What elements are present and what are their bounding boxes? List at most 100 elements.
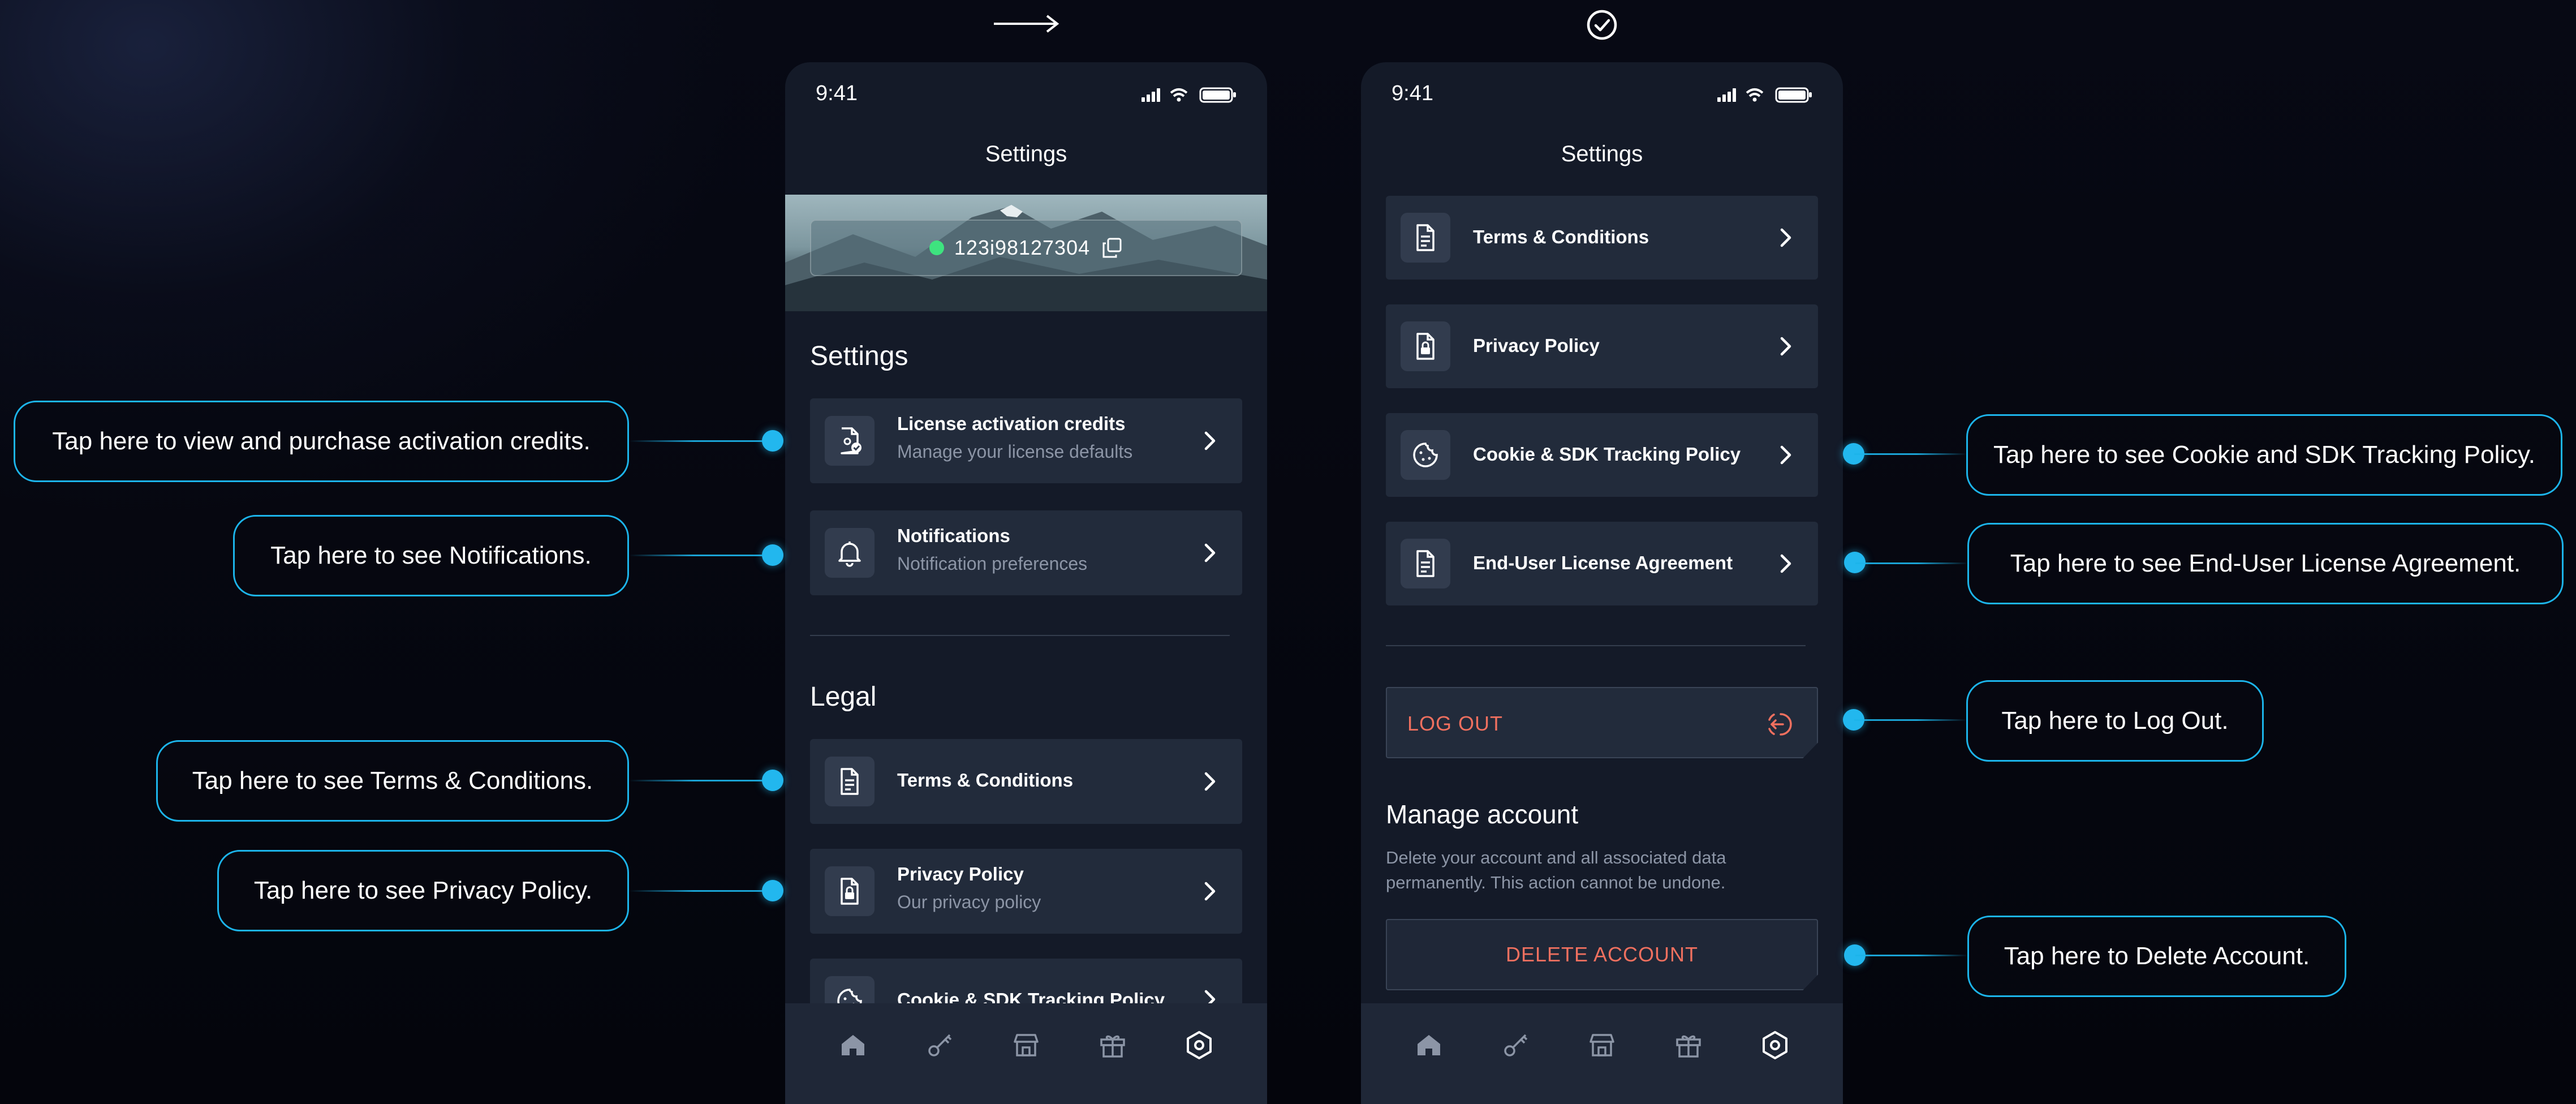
tab-keys[interactable] <box>920 1026 959 1064</box>
delete-account-label: DELETE ACCOUNT <box>1505 943 1699 966</box>
terms-conditions-row[interactable]: Terms & Conditions <box>1386 196 1818 280</box>
logout-icon <box>1768 713 1792 736</box>
legal-heading: Legal <box>810 682 877 712</box>
tab-store[interactable] <box>1583 1026 1621 1064</box>
callout-notifications: Tap here to see Notifications. <box>233 515 629 596</box>
key-icon <box>928 1034 952 1056</box>
privacy-policy-row[interactable]: Privacy Policy Our privacy policy <box>810 849 1242 934</box>
chevron-right-icon <box>1780 337 1791 356</box>
tab-settings[interactable] <box>1180 1026 1218 1064</box>
row-title: Privacy Policy <box>1473 335 1600 356</box>
callout-dot <box>762 880 783 901</box>
phone-screen-settings-top: 9:41 Settings 123i98127304 Settings Lice… <box>785 62 1267 1104</box>
license-id-pill[interactable]: 123i98127304 <box>810 220 1242 276</box>
row-title: End-User License Agreement <box>1473 552 1733 573</box>
check-circle-icon <box>1587 10 1617 40</box>
eula-row[interactable]: End-User License Agreement <box>1386 522 1818 605</box>
section-divider <box>810 635 1230 636</box>
bottom-tab-bar <box>1361 1003 1843 1104</box>
section-divider <box>1386 645 1806 646</box>
bottom-tab-bar <box>785 1003 1267 1104</box>
status-icons <box>1141 87 1236 103</box>
home-icon <box>842 1035 864 1055</box>
row-title: Cookie & SDK Tracking Policy <box>1473 444 1741 465</box>
callout-dot <box>762 770 783 791</box>
callout-connector <box>629 890 773 892</box>
manage-account-heading: Manage account <box>1386 800 1579 829</box>
document-icon <box>1401 213 1450 263</box>
chevron-right-icon <box>1204 431 1216 450</box>
row-subtitle: Notification preferences <box>897 553 1088 574</box>
license-file-icon <box>825 416 875 466</box>
bell-icon <box>825 528 875 578</box>
row-subtitle: Manage your license defaults <box>897 441 1133 462</box>
arrow-right-icon <box>994 15 1059 33</box>
status-time: 9:41 <box>816 81 858 105</box>
tab-settings[interactable] <box>1756 1026 1794 1064</box>
phone-screen-settings-bottom: 9:41 Settings Terms & Conditions Privacy… <box>1361 62 1843 1104</box>
callout-connector <box>1855 955 1968 956</box>
gift-icon <box>1100 1035 1125 1058</box>
settings-hex-icon <box>1187 1031 1212 1059</box>
cookie-icon <box>1401 430 1450 480</box>
callout-connector <box>629 780 773 781</box>
manage-account-description: Delete your account and all associated d… <box>1386 848 1726 892</box>
callout-connector <box>1854 453 1967 455</box>
logout-label: LOG OUT <box>1407 712 1504 735</box>
cookie-sdk-policy-row[interactable]: Cookie & SDK Tracking Policy <box>1386 413 1818 497</box>
status-time: 9:41 <box>1392 81 1433 105</box>
tab-home[interactable] <box>834 1026 872 1064</box>
copy-icon[interactable] <box>1100 237 1123 259</box>
chevron-right-icon <box>1204 543 1216 562</box>
lock-document-icon <box>825 866 875 916</box>
callout-connector <box>629 555 773 556</box>
tab-gifts[interactable] <box>1669 1026 1708 1064</box>
license-activation-credits-row[interactable]: License activation credits Manage your l… <box>810 398 1242 483</box>
status-bar: 9:41 <box>785 62 1267 124</box>
screen-title: Settings <box>985 141 1067 166</box>
callout-connector <box>629 440 773 442</box>
document-icon <box>825 757 875 806</box>
delete-account-button[interactable]: DELETE ACCOUNT <box>1386 919 1818 990</box>
lock-document-icon <box>1401 321 1450 371</box>
row-title: Terms & Conditions <box>1473 226 1649 247</box>
callout-logout: Tap here to Log Out. <box>1966 680 2264 762</box>
tab-gifts[interactable] <box>1093 1026 1132 1064</box>
settings-heading: Settings <box>810 341 908 371</box>
callout-dot <box>762 544 783 566</box>
status-icons <box>1717 87 1812 103</box>
chevron-right-icon <box>1780 554 1791 573</box>
store-icon <box>1589 1034 1614 1056</box>
store-icon <box>1014 1034 1039 1056</box>
callout-terms: Tap here to see Terms & Conditions. <box>156 740 629 822</box>
privacy-policy-row[interactable]: Privacy Policy <box>1386 304 1818 388</box>
chevron-right-icon <box>1204 772 1216 791</box>
chevron-right-icon <box>1204 882 1216 901</box>
chevron-right-icon <box>1780 228 1791 247</box>
chevron-right-icon <box>1780 445 1791 465</box>
callout-delete: Tap here to Delete Account. <box>1967 916 2346 997</box>
notifications-row[interactable]: Notifications Notification preferences <box>810 510 1242 595</box>
tab-home[interactable] <box>1410 1026 1448 1064</box>
online-status-dot <box>929 240 944 255</box>
status-bar: 9:41 <box>1361 62 1843 124</box>
terms-conditions-row[interactable]: Terms & Conditions <box>810 739 1242 824</box>
document-icon <box>1401 539 1450 588</box>
tab-store[interactable] <box>1007 1026 1045 1064</box>
settings-hex-icon <box>1763 1031 1787 1059</box>
callout-cookie: Tap here to see Cookie and SDK Tracking … <box>1966 414 2562 496</box>
row-title: Notifications <box>897 525 1010 546</box>
callout-connector <box>1854 719 1967 721</box>
home-icon <box>1418 1035 1440 1055</box>
row-subtitle: Our privacy policy <box>897 892 1041 912</box>
row-title: Privacy Policy <box>897 864 1024 884</box>
callout-activation-credits: Tap here to view and purchase activation… <box>14 401 629 482</box>
callout-connector <box>1855 562 1968 564</box>
gift-icon <box>1676 1035 1701 1058</box>
tab-keys[interactable] <box>1496 1026 1535 1064</box>
callout-dot <box>762 430 783 452</box>
license-id: 123i98127304 <box>954 236 1091 259</box>
logout-button[interactable]: LOG OUT <box>1386 687 1818 758</box>
screen-title: Settings <box>1561 141 1643 166</box>
row-title: Terms & Conditions <box>897 770 1074 791</box>
